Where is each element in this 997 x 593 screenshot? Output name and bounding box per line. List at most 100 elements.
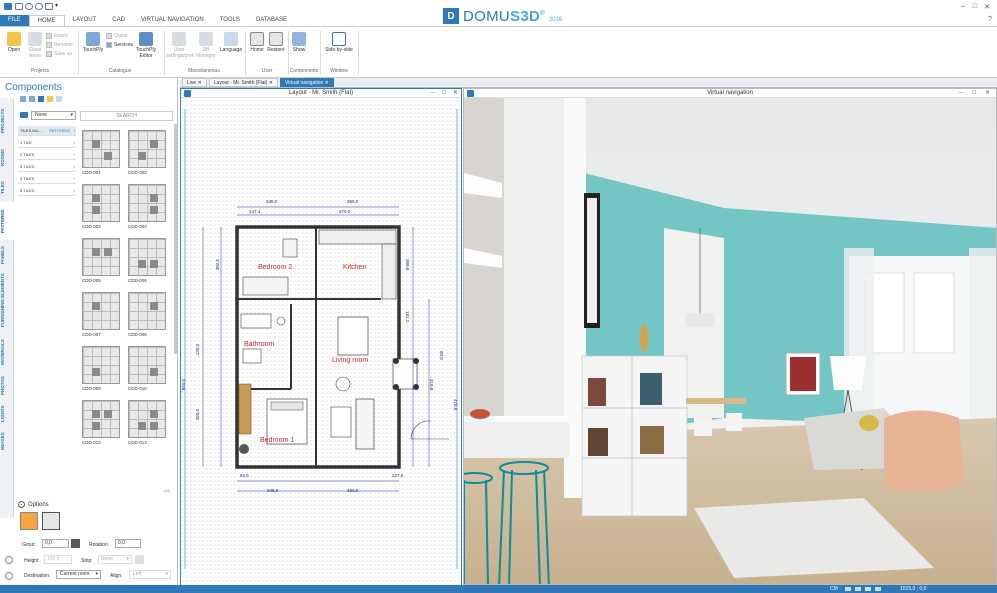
vtab-projects[interactable]: PROJECTS [0,104,14,138]
floor-plan-canvas[interactable]: Bedroom 2 Kitchen Bathroom Living room B… [181,99,461,585]
measure-icon[interactable] [875,587,881,591]
ortho-icon[interactable] [855,587,861,591]
empty-button[interactable]: Empty [46,33,68,39]
pattern-tile[interactable] [82,238,120,276]
minimize-icon[interactable]: – [959,89,962,98]
pattern-fill-icon[interactable] [20,512,38,530]
filter-select[interactable]: None ▾ [31,111,76,120]
maximize-icon[interactable]: □ [442,89,446,98]
tab-cad[interactable]: CAD [104,15,133,26]
rename-button[interactable]: Rename [46,42,73,48]
filter-icon[interactable] [38,96,44,102]
pattern-tile[interactable] [82,130,120,168]
minimize-icon[interactable]: – [431,89,434,98]
close-icon[interactable]: ✕ [198,80,202,86]
category-4-tiles[interactable]: 4 TILES › [18,174,76,184]
layout-title-bar: Layout - Mr. Smith (Flat) – □ ✕ [181,89,461,98]
touchply-button[interactable]: TouchPly [82,32,104,53]
vtab-tiles[interactable]: TILES [0,176,14,200]
maximize-icon[interactable]: □ [970,3,980,10]
doc-tab-live[interactable]: Live ✕ [182,78,207,87]
db-manager-button[interactable]: DB Manager [194,32,218,59]
vtab-lights[interactable]: LIGHTS [0,402,14,426]
tab-home[interactable]: HOME [28,15,65,26]
cart-icon[interactable] [20,112,28,118]
settings-icon[interactable] [56,96,62,102]
vtab-patterns[interactable]: PATTERNS [0,202,14,240]
vtab-furnishing[interactable]: FURNISHING ELEMENTS [0,270,14,330]
pattern-tile[interactable] [128,130,166,168]
category-tiles-mu[interactable]: TILES MU... PATTERNS › [18,126,76,136]
grout-input[interactable]: 0,0 [42,539,69,548]
options-toggle[interactable]: ⌄ Options [18,501,49,508]
restore-button[interactable]: Restore [266,32,286,53]
pattern-tile[interactable] [82,184,120,222]
pattern-tile[interactable] [128,238,166,276]
home-button[interactable]: Home [248,32,266,53]
close-icon[interactable]: ✕ [453,89,458,98]
open-button[interactable]: Open [3,32,25,53]
height-input[interactable]: 100,0 [44,555,72,564]
undo-icon[interactable] [25,3,33,10]
maximize-icon[interactable]: □ [972,89,976,98]
tab-tools[interactable]: TOOLS [212,15,248,26]
pattern-tile[interactable] [128,292,166,330]
tab-file[interactable]: FILE [0,15,29,26]
save-icon[interactable] [15,3,23,10]
close-icon[interactable]: ✕ [982,3,992,11]
side-by-side-button[interactable]: Side-by-side [324,32,354,53]
rotation-input[interactable]: 0,0 [115,539,141,548]
pattern-tile[interactable] [82,346,120,384]
services-button[interactable]: Services [106,42,133,48]
snap-icon[interactable] [845,587,851,591]
language-button[interactable]: Language [219,32,243,53]
list-view-icon[interactable] [29,96,35,102]
vtab-materials[interactable]: MATERIALS [0,334,14,370]
category-1-tile[interactable]: 1 TILE › [18,138,76,148]
grid-view-icon[interactable] [20,96,26,102]
save-as-button[interactable]: Save as [46,51,72,57]
help-icon[interactable]: ? [988,16,992,23]
close-views-button[interactable]: Close views [24,32,46,59]
category-5-tiles[interactable]: 5 TILES › [18,186,76,196]
pattern-tile[interactable] [128,184,166,222]
category-3-tiles[interactable]: 3 TILES › [18,162,76,172]
customize-qat-icon[interactable]: ▾ [55,3,63,10]
search-input[interactable]: SEARCH [80,111,173,121]
vtab-panels[interactable]: PANELS [0,242,14,268]
tab-database[interactable]: DATABASE [248,15,295,26]
touchply-editor-button[interactable]: TouchPly Editor [133,32,159,59]
vtab-rooms[interactable]: ROOMS [0,142,14,172]
vtab-photos[interactable]: PHOTOS [0,372,14,400]
open-file-icon[interactable] [45,3,53,10]
vtab-images[interactable]: IMAGES [0,428,14,454]
doc-tab-layout[interactable]: Layout - Mr. Smith (Flat) ✕ [208,78,278,87]
destination-select[interactable]: Current room ▾ [56,570,101,579]
room-label-bedroom-2: Bedroom 2 [258,264,293,271]
align-select[interactable]: Left ▾ [129,570,171,579]
pattern-outline-icon[interactable] [42,512,60,530]
tab-virtual-navigation[interactable]: VIRTUAL NAVIGATION [133,15,212,26]
doc-tab-virtual-navigation[interactable]: Virtual navigation ✕ [280,78,334,87]
pattern-tile[interactable] [128,346,166,384]
close-icon[interactable]: ✕ [269,80,273,86]
strip-select[interactable]: None ▾ [98,555,132,564]
scrollbar[interactable] [174,124,177,354]
tab-layout[interactable]: LAYOUT [65,15,105,26]
redo-icon[interactable] [35,3,43,10]
close-icon[interactable]: ✕ [325,80,329,86]
3d-render-viewport[interactable] [464,98,996,584]
grid-icon[interactable] [865,587,871,591]
pattern-tile[interactable] [82,400,120,438]
show-button[interactable]: Show [290,32,308,53]
category-2-tiles[interactable]: 2 TILES › [18,150,76,160]
strip-color-swatch[interactable] [135,555,144,564]
folder-icon[interactable] [47,96,53,102]
pattern-tile[interactable] [128,400,166,438]
close-icon[interactable]: ✕ [985,89,990,98]
user-settings-button[interactable]: User settings/pref. [166,32,195,59]
minimize-icon[interactable]: – [958,3,968,10]
grout-color-swatch[interactable] [71,539,80,548]
quote-button[interactable]: Quote [106,33,128,39]
pattern-tile[interactable] [82,292,120,330]
